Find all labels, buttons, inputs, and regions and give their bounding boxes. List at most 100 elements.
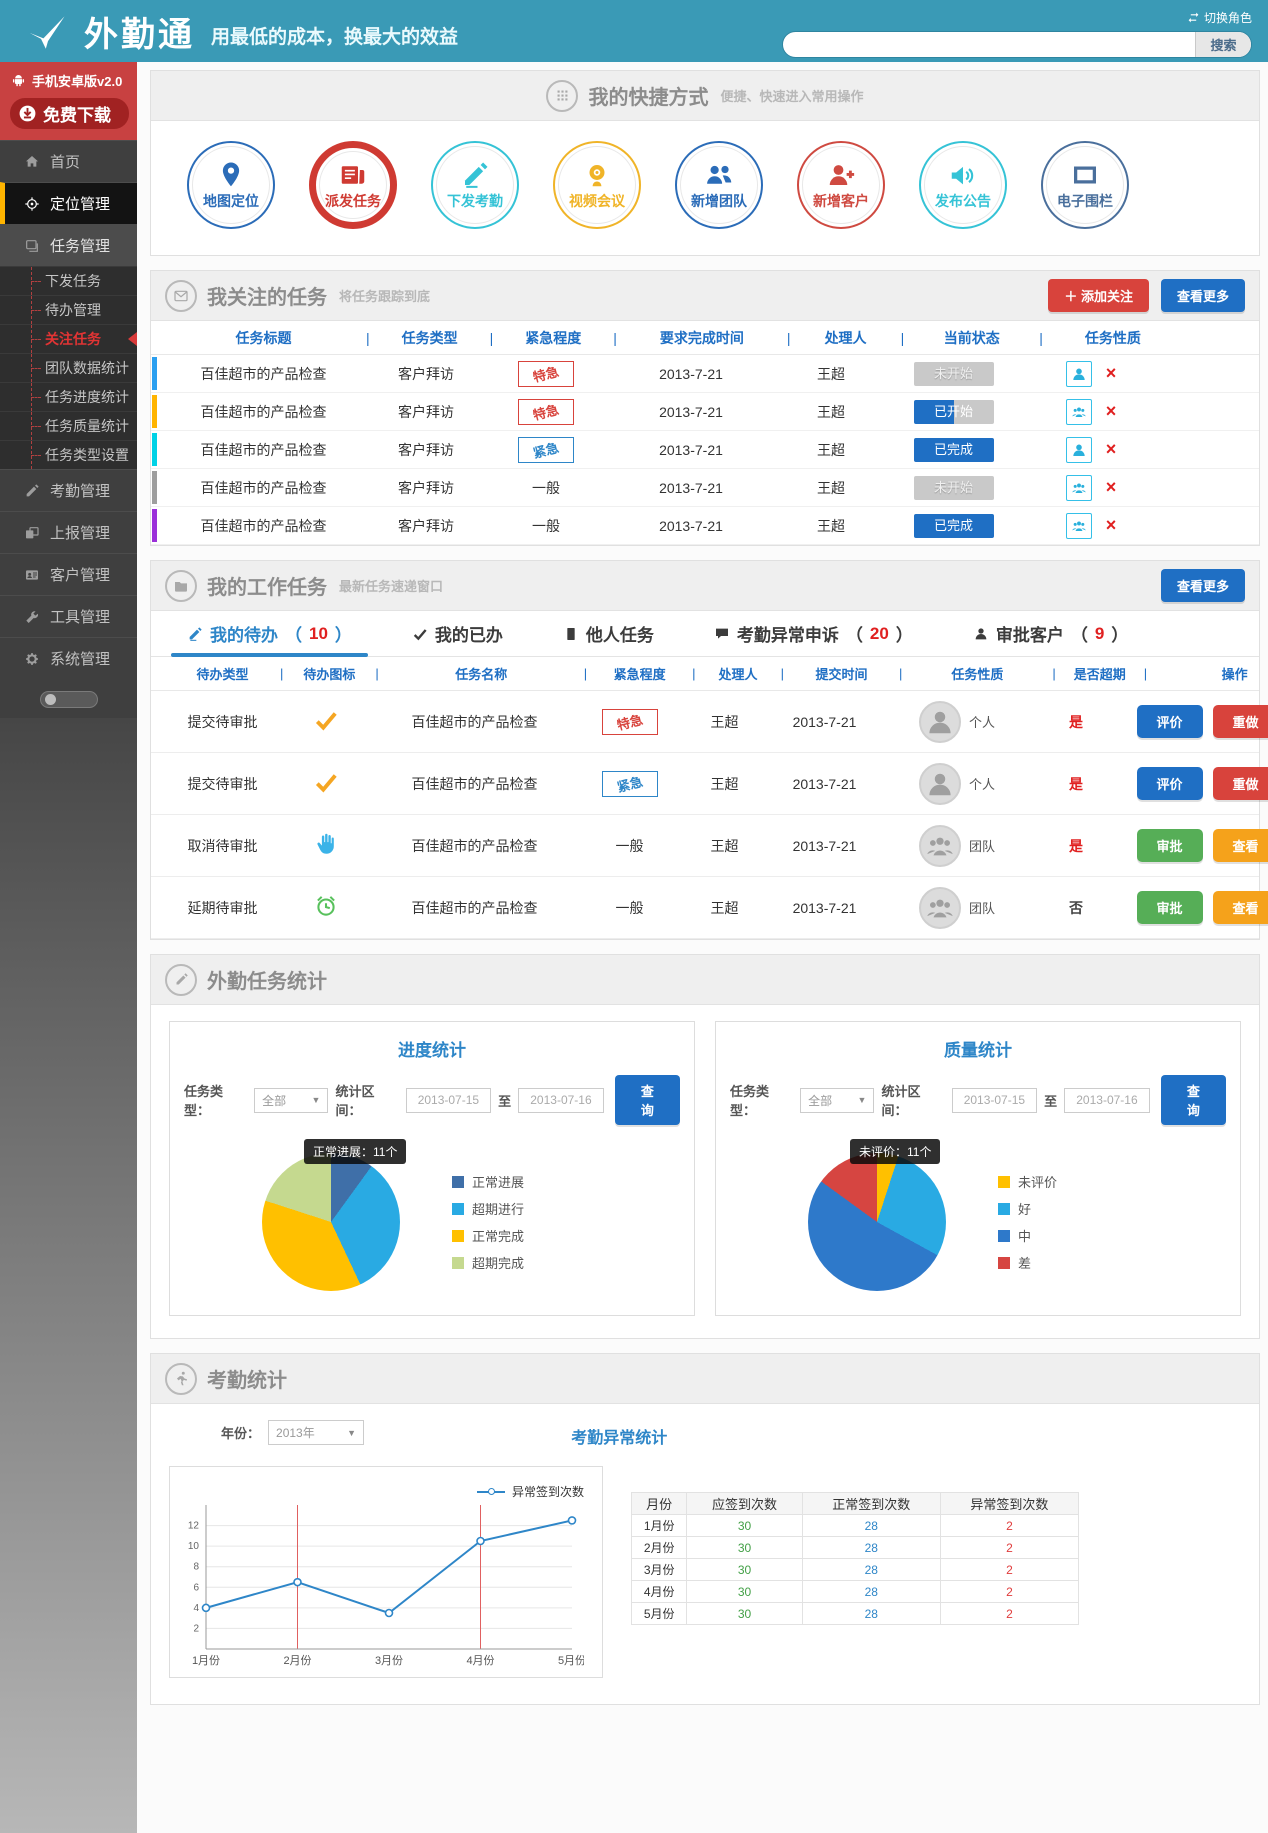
sidebar-item-上报管理[interactable]: 上报管理 [0,511,137,553]
sidebar-subitem-label: 关注任务 [45,329,101,349]
sidebar-subitem-任务类型设置[interactable]: 任务类型设置 [0,440,137,469]
评价-button[interactable]: 评价 [1137,767,1203,800]
sidebar-item-考勤管理[interactable]: 考勤管理 [0,469,137,511]
date-from-input[interactable]: 2013-07-15 [406,1088,492,1113]
date-to-input[interactable]: 2013-07-16 [518,1088,604,1113]
task-statistics-title: 外勤任务统计 [207,965,327,994]
followed-table-header: 任务标题|任务类型|紧急程度|要求完成时间|处理人|当前状态|任务性质 [151,321,1259,355]
table-row: 百佳超市的产品检查客户拜访特急2013-7-21王超未开始× [151,355,1259,393]
tab-我的已办[interactable]: 我的已办 [396,611,519,656]
legend-swatch [452,1230,464,1242]
column-header-待办图标: 待办图标 [283,664,375,683]
legend-item: 超期进行 [452,1199,524,1218]
task-type: 客户拜访 [366,364,486,384]
sidebar-subitem-下发任务[interactable]: 下发任务 [0,266,137,295]
quick-action-发布公告[interactable]: 发布公告 [919,141,1007,229]
task-type-value: 全部 [262,1092,286,1109]
nature-label: 个人 [969,774,995,793]
line-legend-label: 异常签到次数 [512,1483,584,1500]
work-more-button[interactable]: 查看更多 [1161,569,1245,602]
query-button[interactable]: 查询 [1161,1075,1226,1125]
审批-button[interactable]: 审批 [1137,891,1203,924]
sidebar-item-客户管理[interactable]: 客户管理 [0,553,137,595]
team-icon[interactable] [1066,513,1092,539]
free-download-button[interactable]: 免费下载 [10,98,129,129]
person-icon[interactable] [1066,437,1092,463]
quick-action-电子围栏[interactable]: 电子围栏 [1041,141,1129,229]
tab-考勤异常申诉[interactable]: 考勤异常申诉（20） [698,611,929,656]
task-type-select[interactable]: 全部▼ [800,1088,874,1113]
task-urgency: 一般 [577,898,682,918]
legend-item: 未评价 [998,1172,1057,1191]
tab-审批客户[interactable]: 审批客户（9） [957,611,1144,656]
sidebar-item-工具管理[interactable]: 工具管理 [0,595,137,637]
status-badge[interactable]: 已完成 [914,514,994,538]
delete-icon[interactable]: × [1106,439,1117,459]
status-badge[interactable]: 未开始 [914,362,994,386]
查看-button[interactable]: 查看 [1213,891,1268,924]
delete-icon[interactable]: × [1106,477,1117,497]
sidebar-item-任务管理[interactable]: 任务管理 [0,224,137,266]
fence-icon [1070,160,1100,190]
delete-icon[interactable]: × [1106,401,1117,421]
sidebar-subitem-关注任务[interactable]: 关注任务 [0,324,137,353]
sidebar-item-定位管理[interactable]: 定位管理 [0,182,137,224]
search-input[interactable] [783,32,1195,57]
查看-button[interactable]: 查看 [1213,829,1268,862]
task-urgency: 特急 [486,399,606,425]
sidebar-item-label: 客户管理 [50,564,110,585]
task-urgency: 紧急 [577,771,682,797]
quick-action-新增团队[interactable]: 新增团队 [675,141,763,229]
sidebar-subitem-待办管理[interactable]: 待办管理 [0,295,137,324]
year-select[interactable]: 2013年 ▼ [268,1420,364,1445]
followed-more-button[interactable]: 查看更多 [1161,279,1245,312]
team-icon[interactable] [1066,399,1092,425]
todo-type: 取消待审批 [165,836,280,856]
status-badge[interactable]: 未开始 [914,476,994,500]
sidebar-subitem-任务进度统计[interactable]: 任务进度统计 [0,382,137,411]
row-color-bar [152,357,157,390]
user-icon [973,626,989,642]
sidebar-subitem-label: 待办管理 [45,300,101,320]
审批-button[interactable]: 审批 [1137,829,1203,862]
quick-action-新增客户[interactable]: 新增客户 [797,141,885,229]
sidebar-subitem-任务质量统计[interactable]: 任务质量统计 [0,411,137,440]
quick-action-下发考勤[interactable]: 下发考勤 [431,141,519,229]
search-button[interactable]: 搜索 [1195,32,1251,57]
quick-action-派发任务[interactable]: 派发任务 [309,141,397,229]
status-badge[interactable]: 已开始 [914,400,994,424]
sidebar-subitem-团队数据统计[interactable]: 团队数据统计 [0,353,137,382]
person-icon[interactable] [1066,361,1092,387]
svg-text:5月份: 5月份 [558,1654,584,1667]
date-from-input[interactable]: 2013-07-15 [952,1088,1038,1113]
quick-action-视频会议[interactable]: 视频会议 [553,141,641,229]
quick-action-地图定位[interactable]: 地图定位 [187,141,275,229]
评价-button[interactable]: 评价 [1137,705,1203,738]
sidebar-collapse-toggle[interactable] [40,691,98,708]
重做-button[interactable]: 重做 [1213,767,1268,800]
date-to-input[interactable]: 2013-07-16 [1064,1088,1150,1113]
team-icon[interactable] [1066,475,1092,501]
task-type-select[interactable]: 全部▼ [254,1088,328,1113]
query-button[interactable]: 查询 [615,1075,680,1125]
row-actions: 审批查看 [1120,829,1268,862]
tab-他人任务[interactable]: 他人任务 [547,611,670,656]
attendance-cell: 28 [802,1603,940,1625]
delete-icon[interactable]: × [1106,515,1117,535]
task-urgency: 特急 [486,361,606,387]
重做-button[interactable]: 重做 [1213,705,1268,738]
attendance-col-月份: 月份 [632,1493,687,1515]
row-actions: 审批查看 [1120,891,1268,924]
sidebar-item-系统管理[interactable]: 系统管理 [0,637,137,679]
swap-icon [1187,11,1200,24]
sidebar-item-首页[interactable]: 首页 [0,140,137,182]
download-icon [18,104,37,123]
task-urgency: 一般 [577,836,682,856]
status-badge[interactable]: 已完成 [914,438,994,462]
tab-我的待办[interactable]: 我的待办（10） [171,611,368,656]
useradd-icon [826,160,856,190]
sidebar-item-label: 考勤管理 [50,480,110,501]
delete-icon[interactable]: × [1106,363,1117,383]
switch-role-link[interactable]: 切换角色 [1187,9,1252,26]
add-follow-button[interactable]: ＋ 添加关注 [1048,279,1149,312]
